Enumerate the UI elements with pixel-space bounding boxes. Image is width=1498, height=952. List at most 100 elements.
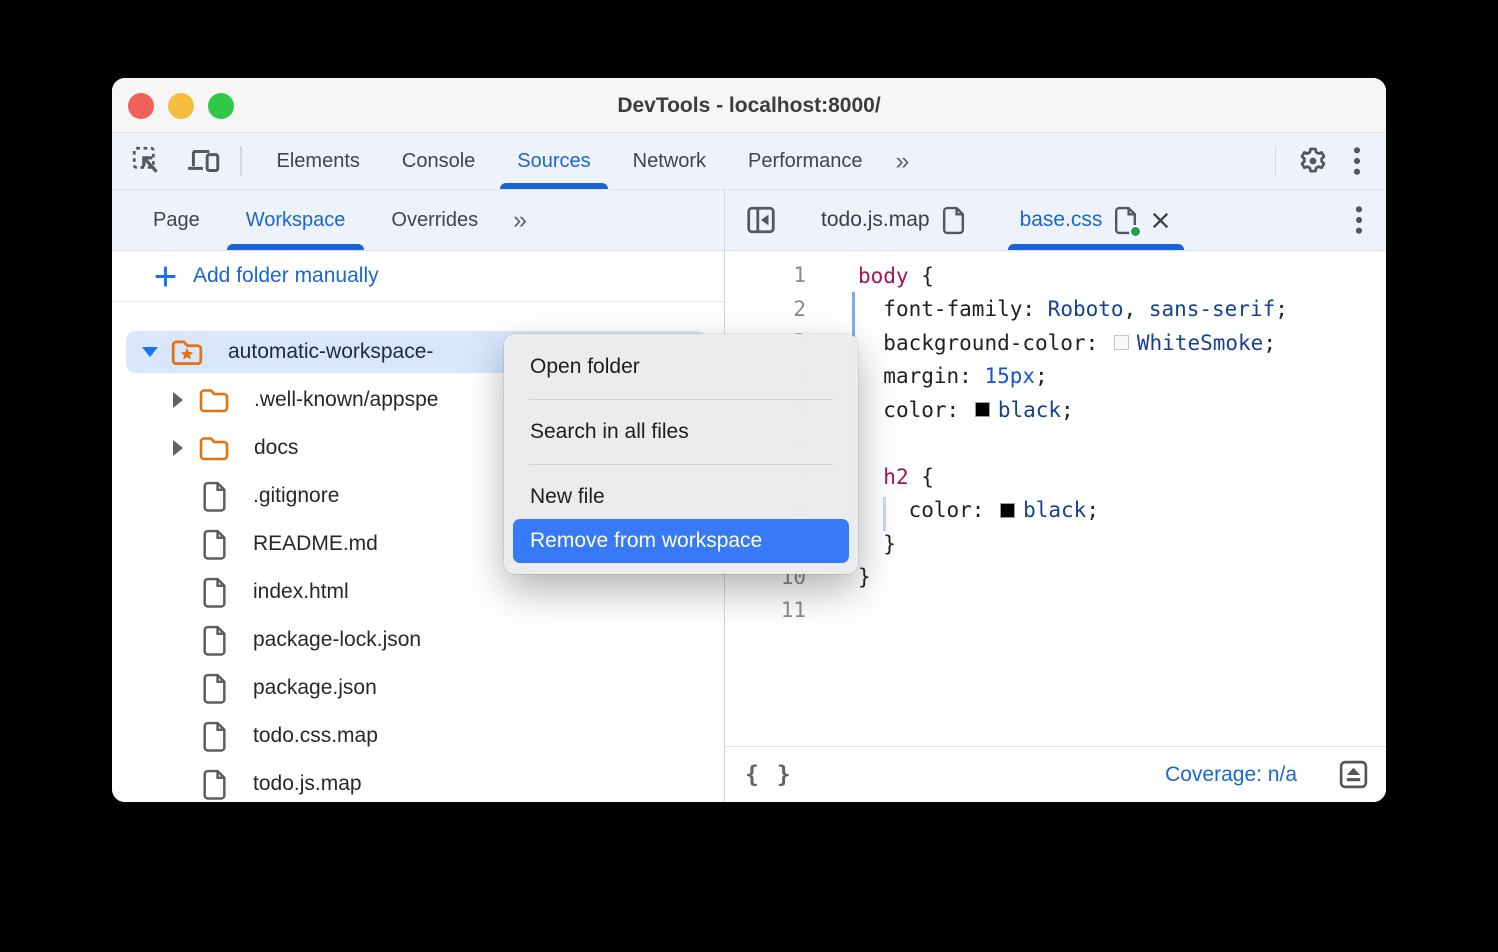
caret-down-icon[interactable] bbox=[142, 347, 158, 357]
file-icon bbox=[202, 625, 227, 656]
code-token: : bbox=[959, 364, 984, 388]
code-token: } bbox=[858, 532, 896, 556]
color-swatch[interactable] bbox=[1000, 503, 1015, 518]
tree-item-label: todo.js.map bbox=[253, 772, 362, 796]
tab-workspace[interactable]: Workspace bbox=[223, 190, 369, 250]
tree-item-label: .well-known/appspe bbox=[254, 388, 438, 412]
code-token bbox=[858, 465, 883, 489]
code-line[interactable]: font-family: Roboto, sans-serif; bbox=[725, 293, 1386, 327]
tab-console[interactable]: Console bbox=[381, 133, 496, 189]
more-panels-button[interactable]: » bbox=[501, 206, 537, 235]
code-token: 15px bbox=[984, 364, 1035, 388]
code-token: : bbox=[1086, 331, 1111, 355]
document-icon bbox=[941, 206, 966, 235]
menu-separator bbox=[529, 399, 833, 400]
tree-item-todo.js.map[interactable]: todo.js.map bbox=[112, 760, 724, 802]
tree-item-label: README.md bbox=[253, 532, 378, 556]
editor-tab-label: todo.js.map bbox=[821, 208, 930, 232]
tree-item-index.html[interactable]: index.html bbox=[112, 568, 724, 616]
devtools-window: DevTools - localhost:8000/ ElementsConso… bbox=[112, 78, 1386, 802]
folder-icon bbox=[198, 387, 230, 414]
editor-tab-strip: todo.js.map base.css bbox=[725, 190, 1386, 250]
code-token: ; bbox=[1086, 498, 1099, 522]
device-toolbar-icon[interactable] bbox=[186, 144, 222, 178]
code-token: { bbox=[909, 264, 934, 288]
code-token: { bbox=[909, 465, 934, 489]
add-folder-button[interactable]: Add folder manually bbox=[112, 251, 724, 301]
editor-tab-base.css[interactable]: base.css bbox=[1006, 190, 1187, 250]
code-token: ; bbox=[1275, 297, 1288, 321]
pretty-print-icon[interactable]: { } bbox=[745, 762, 793, 788]
window-title: DevTools - localhost:8000/ bbox=[112, 78, 1386, 133]
tab-performance[interactable]: Performance bbox=[727, 133, 884, 189]
code-token: : bbox=[1022, 297, 1047, 321]
code-token bbox=[858, 364, 883, 388]
tab-overrides[interactable]: Overrides bbox=[368, 190, 501, 250]
color-swatch[interactable] bbox=[975, 402, 990, 417]
file-icon bbox=[202, 769, 227, 800]
caret-right-icon[interactable] bbox=[173, 440, 183, 456]
menu-item-search-in-all-files[interactable]: Search in all files bbox=[513, 410, 849, 454]
code-token: font-family bbox=[883, 297, 1022, 321]
caret-right-icon[interactable] bbox=[173, 392, 183, 408]
code-token: color bbox=[883, 398, 946, 422]
context-menu: Open folder Search in all files New fileRe… bbox=[504, 334, 858, 574]
tab-page[interactable]: Page bbox=[130, 190, 223, 250]
gear-icon[interactable] bbox=[1296, 144, 1330, 178]
menu-item-open-folder[interactable]: Open folder bbox=[513, 345, 849, 389]
sidebar-tab-strip: PageWorkspaceOverrides» bbox=[112, 190, 724, 250]
code-token: sans-serif bbox=[1149, 297, 1275, 321]
code-token bbox=[858, 297, 883, 321]
code-token: , bbox=[1124, 297, 1149, 321]
editor-status-bar: { } Coverage: n/a bbox=[725, 746, 1386, 802]
editor-tab-label: base.css bbox=[1020, 208, 1103, 232]
tree-item-package-lock.json[interactable]: package-lock.json bbox=[112, 616, 724, 664]
eject-icon[interactable] bbox=[1337, 758, 1370, 791]
code-token: black bbox=[998, 398, 1061, 422]
code-token: ; bbox=[1263, 331, 1276, 355]
title-bar: DevTools - localhost:8000/ bbox=[112, 78, 1386, 133]
tree-item-label: package.json bbox=[253, 676, 377, 700]
file-icon bbox=[202, 481, 227, 512]
code-token: margin bbox=[883, 364, 959, 388]
add-folder-label: Add folder manually bbox=[193, 264, 379, 288]
file-icon bbox=[202, 721, 227, 752]
kebab-menu-icon[interactable] bbox=[1350, 145, 1364, 177]
code-line[interactable] bbox=[725, 594, 1386, 628]
code-token bbox=[858, 331, 883, 355]
plus-icon bbox=[152, 263, 179, 290]
code-line[interactable]: body { bbox=[725, 259, 1386, 293]
tab-elements[interactable]: Elements bbox=[256, 133, 381, 189]
code-token: Roboto bbox=[1048, 297, 1124, 321]
screenshot-stage: DevTools - localhost:8000/ ElementsConso… bbox=[0, 0, 1498, 952]
more-tabs-button[interactable]: » bbox=[884, 147, 920, 176]
close-tab-icon[interactable] bbox=[1149, 209, 1172, 232]
tab-network[interactable]: Network bbox=[612, 133, 727, 189]
code-token: WhiteSmoke bbox=[1137, 331, 1263, 355]
tab-sources[interactable]: Sources bbox=[496, 133, 611, 189]
code-token: black bbox=[1023, 498, 1086, 522]
editor-tab-todo.js.map[interactable]: todo.js.map bbox=[807, 190, 980, 250]
code-token: body bbox=[858, 264, 909, 288]
collapse-panel-icon[interactable] bbox=[745, 204, 777, 236]
code-token: } bbox=[858, 565, 871, 589]
code-token: background-color bbox=[883, 331, 1085, 355]
menu-item-new-file[interactable]: New file bbox=[513, 475, 849, 519]
code-token: ; bbox=[1061, 398, 1074, 422]
tree-item-todo.css.map[interactable]: todo.css.map bbox=[112, 712, 724, 760]
file-icon bbox=[202, 577, 227, 608]
color-swatch[interactable] bbox=[1114, 335, 1129, 350]
coverage-link[interactable]: Coverage: n/a bbox=[1165, 763, 1297, 787]
tree-item-label: todo.css.map bbox=[253, 724, 378, 748]
code-token bbox=[858, 498, 909, 522]
file-icon bbox=[202, 529, 227, 560]
code-token: : bbox=[972, 498, 997, 522]
inspect-icon[interactable] bbox=[130, 144, 164, 178]
code-token: color bbox=[909, 498, 972, 522]
folder-star-icon bbox=[170, 338, 204, 367]
menu-item-remove-from-workspace[interactable]: Remove from workspace bbox=[513, 519, 849, 563]
code-token: ; bbox=[1035, 364, 1048, 388]
tree-item-label: docs bbox=[254, 436, 298, 460]
tree-item-package.json[interactable]: package.json bbox=[112, 664, 724, 712]
folder-icon bbox=[198, 435, 230, 462]
